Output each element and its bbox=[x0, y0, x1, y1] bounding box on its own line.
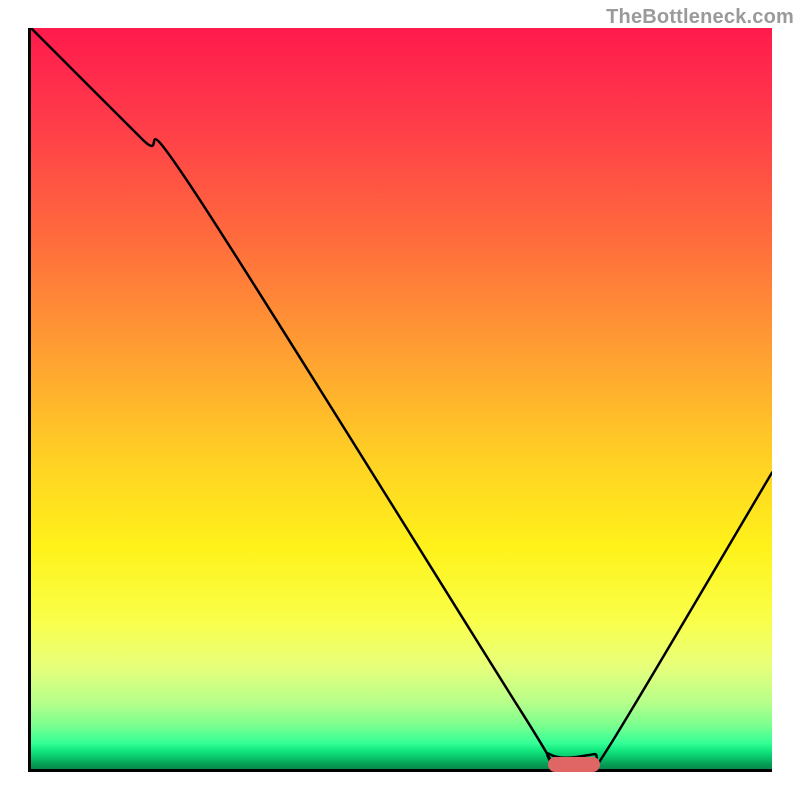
chart-container: TheBottleneck.com bbox=[0, 0, 800, 800]
plot-area bbox=[28, 28, 772, 772]
watermark-label: TheBottleneck.com bbox=[606, 6, 794, 29]
curve-svg bbox=[31, 28, 772, 769]
optimal-marker bbox=[548, 757, 600, 772]
bottleneck-curve bbox=[31, 28, 772, 769]
